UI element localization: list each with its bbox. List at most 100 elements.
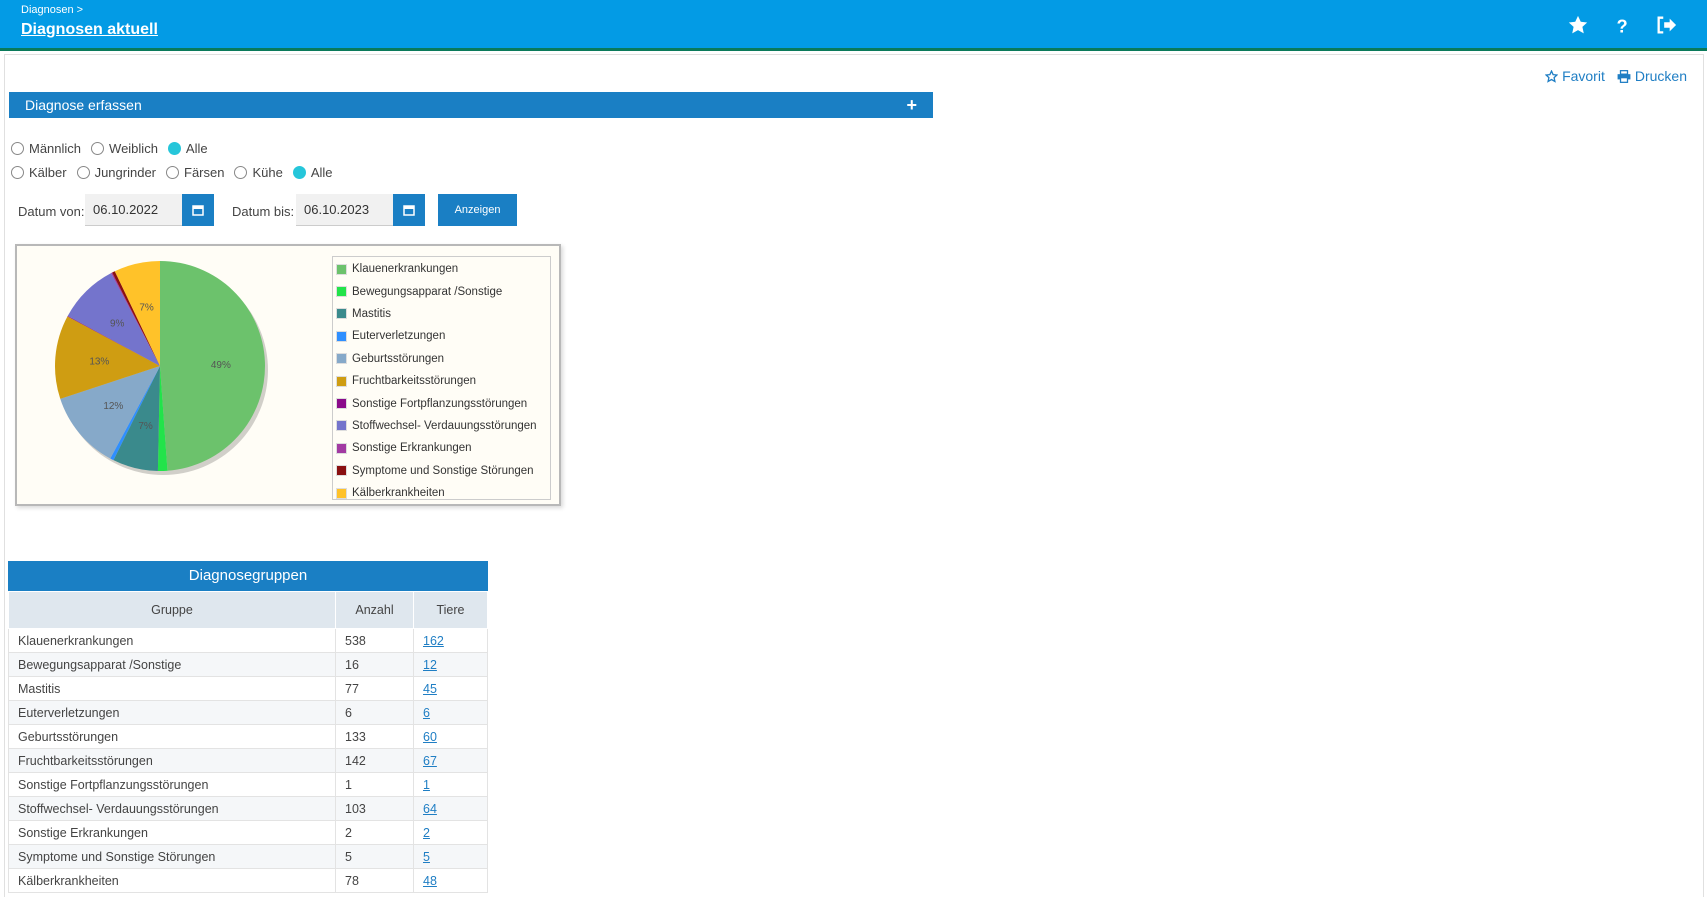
animals-cell: 6 [413, 700, 488, 725]
calendar-icon [403, 205, 415, 216]
legend-label: Sonstige Erkrankungen [352, 442, 472, 455]
animals-link[interactable]: 162 [423, 634, 444, 648]
help-icon[interactable]: ? [1611, 14, 1633, 36]
legend-item[interactable]: Geburtsstörungen [333, 348, 550, 370]
expand-plus-icon[interactable]: + [906, 92, 917, 118]
count-cell: 16 [335, 652, 414, 677]
group-cell: Klauenerkrankungen [8, 628, 336, 653]
radio-heifers[interactable]: Färsen [166, 165, 224, 180]
radio-label: Weiblich [109, 141, 158, 156]
date-from-calendar-button[interactable] [182, 194, 214, 226]
radio-male[interactable]: Männlich [11, 141, 81, 156]
legend-swatch [336, 465, 347, 477]
show-button[interactable]: Anzeigen [438, 194, 517, 226]
pie-data-label: 7% [139, 303, 154, 314]
legend-item[interactable]: Klauenerkrankungen [333, 258, 550, 280]
legend-item[interactable]: Stoffwechsel- Verdauungsstörungen [333, 415, 550, 437]
column-header-group[interactable]: Gruppe [8, 591, 336, 629]
radio-female[interactable]: Weiblich [91, 141, 158, 156]
group-cell: Fruchtbarkeitsstörungen [8, 748, 336, 773]
legend-swatch [336, 353, 347, 365]
legend-swatch [336, 375, 347, 387]
page-title[interactable]: Diagnosen aktuell [21, 21, 158, 39]
legend-item[interactable]: Euterverletzungen [333, 325, 550, 347]
radio-group-all[interactable]: Alle [292, 165, 333, 180]
radio-circle [76, 166, 90, 179]
legend-label: Geburtsstörungen [352, 352, 445, 365]
animals-link[interactable]: 2 [423, 826, 430, 840]
animals-link[interactable]: 60 [423, 730, 437, 744]
legend-label: Symptome und Sonstige Störungen [352, 464, 534, 477]
legend-swatch [336, 487, 347, 499]
date-from-input[interactable]: 06.10.2022 [85, 194, 183, 226]
legend-item[interactable]: Mastitis [333, 303, 550, 325]
legend-item[interactable]: Sonstige Erkrankungen [333, 437, 550, 459]
date-to-input[interactable]: 06.10.2023 [296, 194, 394, 226]
radio-circle [11, 142, 24, 155]
legend-item[interactable]: Kälberkrankheiten [333, 482, 550, 504]
table-row: Mastitis 77 45 [8, 676, 488, 701]
radio-sex-all[interactable]: Alle [167, 141, 208, 156]
legend-label: Mastitis [352, 307, 391, 320]
animals-link[interactable]: 64 [423, 802, 437, 816]
breadcrumb[interactable]: Diagnosen > [21, 4, 83, 16]
animals-link[interactable]: 48 [423, 874, 437, 888]
count-cell: 538 [335, 628, 414, 653]
column-header-animals[interactable]: Tiere [413, 591, 488, 629]
count-cell: 6 [335, 700, 414, 725]
count-cell: 133 [335, 724, 414, 749]
animals-link[interactable]: 12 [423, 658, 437, 672]
table-header-row: Gruppe Anzahl Tiere [8, 591, 488, 629]
pie-data-label: 13% [89, 357, 109, 368]
legend-label: Stoffwechsel- Verdauungsstörungen [352, 419, 537, 432]
date-to-label: Datum bis: [232, 204, 295, 219]
animals-cell: 67 [413, 748, 488, 773]
star-icon[interactable] [1567, 14, 1589, 36]
legend-swatch [336, 308, 347, 320]
sex-filter: Männlich Weiblich Alle [11, 141, 218, 156]
table-row: Sonstige Erkrankungen 2 2 [8, 820, 488, 845]
animals-cell: 60 [413, 724, 488, 749]
animals-link[interactable]: 5 [423, 850, 430, 864]
radio-label: Kälber [29, 165, 67, 180]
table-row: Stoffwechsel- Verdauungsstörungen 103 64 [8, 796, 488, 821]
table-row: Bewegungsapparat /Sonstige 16 12 [8, 652, 488, 677]
radio-label: Kühe [252, 165, 283, 180]
radio-cows[interactable]: Kühe [234, 165, 283, 180]
legend-item[interactable]: Symptome und Sonstige Störungen [333, 460, 550, 482]
diagnosis-groups-panel: Diagnosegruppen Gruppe Anzahl Tiere Klau… [8, 561, 488, 893]
date-to-calendar-button[interactable] [393, 194, 425, 226]
diagnosis-pie-chart: 49% 7% 12% 13% 9% 7% Klauenerkrankungen Bewegu… [15, 244, 561, 506]
animals-link[interactable]: 1 [423, 778, 430, 792]
legend-swatch [336, 263, 347, 275]
group-cell: Sonstige Erkrankungen [8, 820, 336, 845]
legend-item[interactable]: Sonstige Fortpflanzungsstörungen [333, 392, 550, 414]
diagnosis-entry-panel-header[interactable]: Diagnose erfassen + [9, 92, 933, 118]
animals-link[interactable]: 67 [423, 754, 437, 768]
group-cell: Symptome und Sonstige Störungen [8, 844, 336, 869]
table-row: Fruchtbarkeitsstörungen 142 67 [8, 748, 488, 773]
column-header-count[interactable]: Anzahl [335, 591, 414, 629]
animals-cell: 48 [413, 868, 488, 893]
favorite-link[interactable]: Favorit [1545, 68, 1605, 84]
svg-text:?: ? [1617, 15, 1628, 36]
legend-label: Bewegungsapparat /Sonstige [352, 285, 503, 298]
animals-cell: 162 [413, 628, 488, 653]
group-cell: Kälberkrankheiten [8, 868, 336, 893]
radio-young-cattle[interactable]: Jungrinder [76, 165, 156, 180]
animals-cell: 5 [413, 844, 488, 869]
animals-link[interactable]: 6 [423, 706, 430, 720]
radio-label: Färsen [184, 165, 225, 180]
legend-item[interactable]: Fruchtbarkeitsstörungen [333, 370, 550, 392]
top-icons: ? [1567, 14, 1677, 36]
table-title: Diagnosegruppen [8, 561, 488, 591]
animals-cell: 45 [413, 676, 488, 701]
radio-label: Männlich [29, 141, 82, 156]
radio-circle-selected [292, 166, 306, 179]
logout-icon[interactable] [1655, 14, 1677, 36]
legend-item[interactable]: Bewegungsapparat /Sonstige [333, 280, 550, 302]
pie-svg: 49% 7% 12% 13% 9% 7% [55, 261, 268, 475]
animals-link[interactable]: 45 [423, 682, 437, 696]
print-link[interactable]: Drucken [1617, 68, 1687, 84]
radio-calves[interactable]: Kälber [11, 165, 67, 180]
